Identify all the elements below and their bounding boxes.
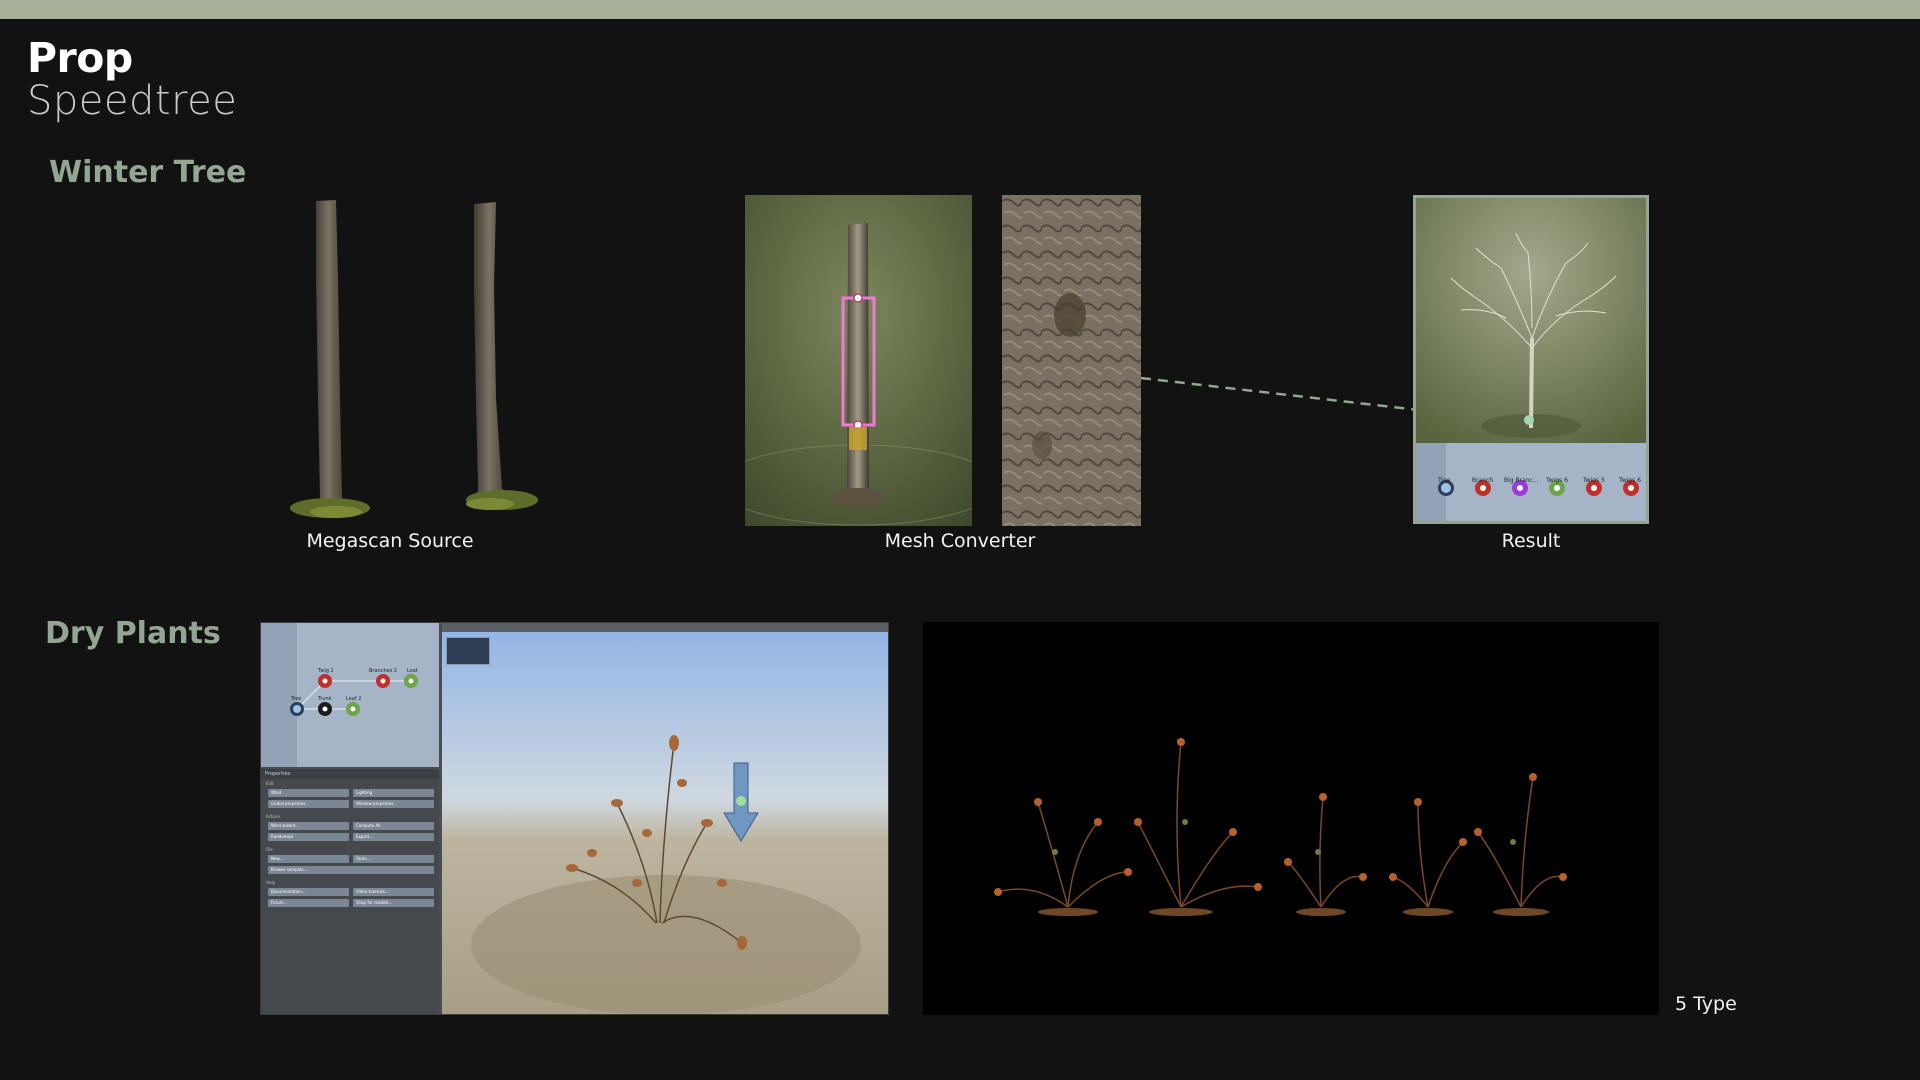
editor-node-graph: Twig 2 Branches 2 Leaf Tree Trunk Leaf 2 bbox=[261, 623, 439, 767]
editor-3d-viewport[interactable] bbox=[442, 623, 888, 1014]
result-node-labels: Tree Branch Big Branc... Twigs 6 Twigs 5… bbox=[1416, 477, 1646, 485]
node-label: Twigs 6 bbox=[1619, 477, 1641, 484]
viewport-info-overlay bbox=[446, 637, 490, 665]
browse-samples-button[interactable]: Browse samples... bbox=[268, 866, 434, 874]
section-label: File bbox=[266, 847, 273, 852]
caption-megascan-source: Megascan Source bbox=[306, 530, 474, 552]
caption-result: Result bbox=[1501, 530, 1561, 552]
result-image: Tree Branch Big Branc... Twigs 6 Twigs 5… bbox=[1413, 195, 1649, 524]
compute-all-button[interactable]: Compute All bbox=[353, 822, 434, 830]
dry-plants-render bbox=[923, 622, 1659, 1015]
top-accent-bar bbox=[0, 0, 1920, 19]
node-label: Twigs 6 bbox=[1546, 477, 1568, 484]
properties-header: Properties bbox=[261, 769, 439, 779]
node-label: Leaf 2 bbox=[346, 696, 362, 702]
wind-wizard-button[interactable]: Wind wizard... bbox=[268, 822, 349, 830]
viewport-toolbar[interactable] bbox=[442, 623, 888, 632]
section-label: Edit bbox=[266, 781, 274, 786]
megascan-source-image bbox=[280, 198, 550, 526]
randomize-button[interactable]: Randomize bbox=[268, 833, 349, 841]
page-title: Prop bbox=[27, 34, 133, 82]
speedtree-editor-screenshot: Twig 2 Branches 2 Leaf Tree Trunk Leaf 2… bbox=[260, 622, 889, 1015]
mesh-converter-viewport bbox=[745, 195, 972, 526]
node-label: Twigs 5 bbox=[1583, 477, 1605, 484]
section-title-winter-tree: Winter Tree bbox=[49, 155, 247, 190]
new-button[interactable]: New... bbox=[268, 855, 349, 863]
wind-button[interactable]: Wind bbox=[268, 789, 349, 797]
node-label: Leaf bbox=[407, 668, 418, 674]
documentation-button[interactable]: Documentation... bbox=[268, 888, 349, 896]
open-button[interactable]: Open... bbox=[353, 855, 434, 863]
plant-type-count: 5 Type bbox=[1675, 993, 1737, 1015]
bark-texture-image bbox=[1002, 195, 1141, 526]
editor-properties-panel: Properties Edit Wind Lighting Global pro… bbox=[261, 769, 439, 1014]
page-subtitle: Speedtree bbox=[27, 78, 238, 124]
node-label: Tree bbox=[291, 696, 302, 702]
export-button[interactable]: Export... bbox=[353, 833, 434, 841]
window-properties-button[interactable]: Window properties bbox=[353, 800, 434, 808]
node-label: Tree bbox=[1438, 477, 1451, 484]
video-tutorials-button[interactable]: Video tutorials... bbox=[353, 888, 434, 896]
node-label: Big Branc... bbox=[1504, 477, 1539, 484]
node-label: Trunk bbox=[318, 696, 332, 702]
node-label: Branches 2 bbox=[369, 668, 398, 674]
lighting-button[interactable]: Lighting bbox=[353, 789, 434, 797]
caption-mesh-converter: Mesh Converter bbox=[884, 530, 1036, 552]
section-label: Actions bbox=[266, 814, 281, 819]
global-properties-button[interactable]: Global properties bbox=[268, 800, 349, 808]
node-label: Twig 2 bbox=[318, 668, 334, 674]
section-label: Help bbox=[266, 880, 276, 885]
forum-button[interactable]: Forum... bbox=[268, 899, 349, 907]
section-title-dry-plants: Dry Plants bbox=[45, 616, 221, 651]
shop-models-button[interactable]: Shop for models... bbox=[353, 899, 434, 907]
node-label: Branch bbox=[1472, 477, 1494, 484]
